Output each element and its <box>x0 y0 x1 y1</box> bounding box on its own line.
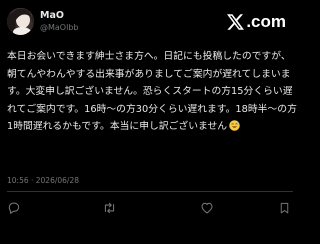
comment-icon <box>8 202 20 214</box>
post-card: MaO @MaOlbb .com 本日お会いできます紳士さま方へ。日記にも投稿し… <box>0 0 300 244</box>
like-button[interactable] <box>199 200 215 216</box>
repost-button[interactable] <box>101 200 117 216</box>
post-body: 本日お会いできます紳士さま方へ。日記にも投稿したのですが、朝てんやわんやする出来… <box>7 48 299 136</box>
bookmark-icon <box>280 202 288 214</box>
action-bar <box>0 200 300 218</box>
avatar[interactable] <box>7 8 34 35</box>
sweat-smile-emoji <box>229 120 240 132</box>
x-logo-icon <box>227 14 245 30</box>
repost-icon <box>104 202 114 214</box>
bookmark-button[interactable] <box>276 200 292 216</box>
reply-button[interactable] <box>6 200 22 216</box>
avatar-photo <box>7 8 34 35</box>
post-timestamp[interactable]: 10:56 · 2026/06/28 <box>7 176 79 185</box>
x-brand-wordmark: .com <box>227 11 286 33</box>
divider <box>7 191 293 192</box>
heart-icon <box>201 202 213 214</box>
author-display-name[interactable]: MaO <box>40 10 64 21</box>
brand-wordmark-text: .com <box>246 12 286 31</box>
author-handle[interactable]: @MaOlbb <box>40 23 78 33</box>
post-body-text: 本日お会いできます紳士さま方へ。日記にも投稿したのですが、朝てんやわんやする出来… <box>7 51 297 133</box>
